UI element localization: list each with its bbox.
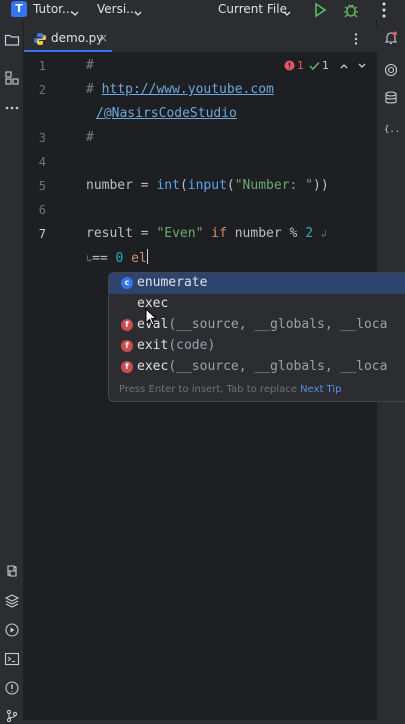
editor-tab-bar: demo.py × [24,28,377,53]
database-icon[interactable] [383,90,399,106]
completion-label: eval(__source, __globals, __loca [137,317,387,332]
line-number: 6 [38,203,46,217]
chevron-down-icon[interactable] [133,5,143,23]
code-token: input [187,178,227,193]
popup-footer: Press Enter to insert, Tab to replace Ne… [119,384,341,395]
more-vertical-icon[interactable] [349,32,363,46]
error-icon [284,60,295,71]
scientific-mode-icon[interactable]: {..} [383,120,399,136]
ai-assistant-icon[interactable] [383,62,399,78]
completion-item[interactable]: f exec(__source, __globals, __loca [109,357,405,378]
code-token: int [156,178,180,193]
project-name[interactable]: Tutor... [33,2,73,16]
function-icon: f [121,340,133,352]
completion-item[interactable]: c enumerate [109,273,405,294]
terminal-icon[interactable] [4,651,20,667]
structure-icon[interactable] [4,70,20,86]
code-line-2[interactable]: # http://www.youtube.com [86,82,274,97]
comment-token: # [86,82,102,97]
completion-label: enumerate [137,275,208,290]
popup-hint: Press Enter to insert, Tab to replace [119,384,297,395]
completion-popup: Press Enter to insert, Tab to replace Ne… [108,272,405,402]
tab-label: demo.py [51,31,104,45]
code-token: if [211,226,227,241]
python-packages-icon[interactable] [4,563,20,579]
more-horizontal-icon[interactable] [4,100,20,116]
chevron-down-icon[interactable] [282,5,292,23]
text-caret [146,249,148,264]
run-config-selector[interactable]: Current File [218,2,287,16]
code-token: el [131,251,147,266]
url-link[interactable]: http://www.youtube.com [102,82,274,97]
chevron-down-icon[interactable] [357,61,367,71]
title-bar: T Tutor... Versi... Current File [0,0,405,20]
code-line-7-wrap[interactable]: ↳== 0 el [86,249,148,266]
check-icon [309,61,320,71]
code-token: "Even" [156,226,204,241]
code-line-2-wrap[interactable]: /@NasirsCodeStudio [96,106,237,121]
completion-label: exit(code) [137,338,216,353]
comment-token: # [86,130,94,145]
tab-close-button[interactable]: × [98,31,108,45]
python-file-icon [34,33,46,45]
line-number: 3 [38,131,46,145]
services-icon[interactable] [4,622,20,638]
code-line-1[interactable]: # [86,58,94,73]
completion-item[interactable]: f exit(code) [109,336,405,357]
completion-params: (__source, __globals, __loca [168,317,388,332]
error-count: 1 [297,59,304,72]
completion-params: (__source, __globals, __loca [168,359,388,374]
code-line-5[interactable]: number = int(input("Number: ")) [86,178,329,193]
more-vertical-icon[interactable] [375,1,393,19]
completion-label: exec(__source, __globals, __loca [137,359,388,374]
notifications-icon[interactable] [383,30,399,46]
line-number: 5 [38,179,46,193]
line-number: 2 [38,83,46,97]
layers-icon[interactable] [4,593,20,609]
svg-text:{..}: {..} [384,125,399,135]
code-token: 0 [115,251,124,266]
vcs-widget[interactable]: Versi... [97,2,138,16]
folder-icon[interactable] [4,32,20,48]
project-badge[interactable]: T [11,1,27,17]
debug-icon[interactable] [342,1,360,19]
chevron-down-icon[interactable] [70,5,80,23]
warning-count: 1 [322,59,329,72]
code-line-7[interactable]: result = "Even" if number % 2 ↲ [86,226,327,241]
next-tip-link[interactable]: Next Tip [300,384,341,395]
function-icon: f [121,319,133,331]
mouse-pointer-icon [145,308,157,326]
run-icon[interactable] [311,1,329,19]
code-token: "Number: " [234,178,314,193]
soft-wrap-marker: ↳ [86,254,93,265]
line-number-current: 7 [38,227,46,241]
code-line-3[interactable]: # [86,130,94,145]
tab-demo-py[interactable]: demo.py × [24,28,112,52]
problems-icon[interactable] [4,680,20,696]
function-icon: f [121,361,133,373]
left-tool-strip [0,20,24,723]
soft-wrap-icon: ↲ [320,229,327,240]
completion-params: (code) [168,338,216,353]
git-icon[interactable] [4,708,20,724]
url-link[interactable]: /@NasirsCodeStudio [96,106,237,121]
code-token: 2 [305,226,314,241]
chevron-up-icon[interactable] [339,61,349,71]
class-icon: c [121,277,133,289]
line-number: 1 [38,59,46,73]
comment-token: # [86,58,94,73]
line-number: 4 [38,155,46,169]
